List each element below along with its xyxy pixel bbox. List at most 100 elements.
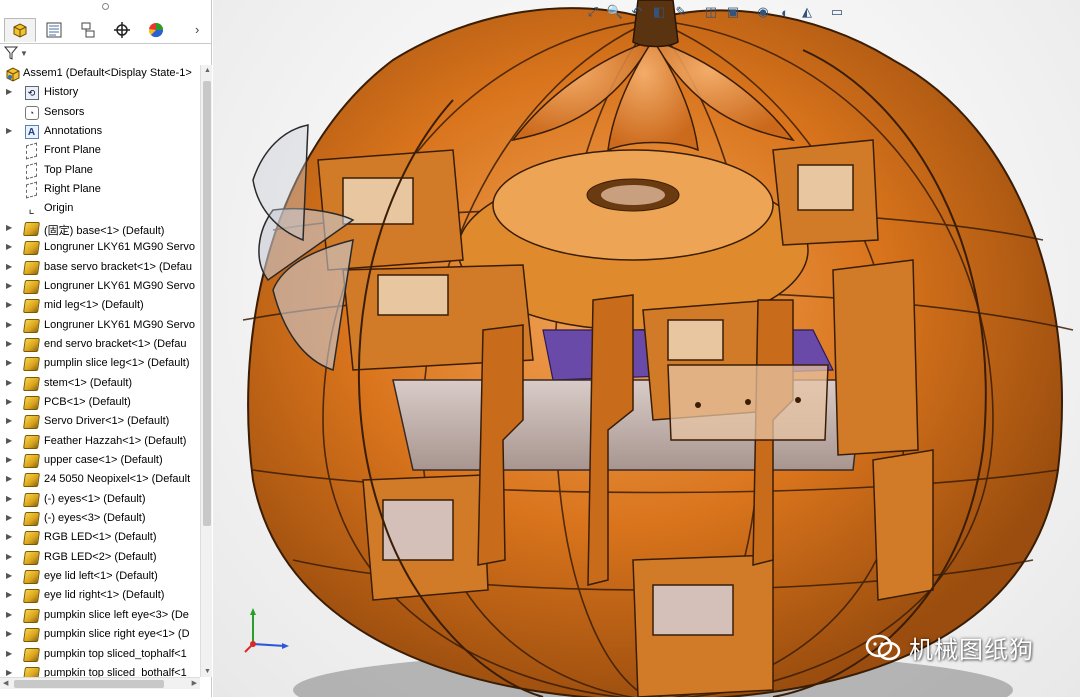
tree-item[interactable]: ▶ (-) eyes<3> (Default)	[0, 510, 200, 529]
expand-arrow-icon[interactable]: ▶	[6, 590, 12, 599]
tree-item[interactable]: ▶ PCB<1> (Default)	[0, 394, 200, 413]
tab-property-manager[interactable]	[38, 18, 70, 42]
part-icon	[23, 472, 40, 488]
expand-arrow-icon[interactable]: ▶	[6, 320, 12, 329]
filter-dropdown-icon[interactable]: ▼	[20, 49, 28, 58]
tab-scroll-right-icon[interactable]: ›	[195, 22, 199, 37]
view-settings-icon[interactable]: ▭	[827, 2, 847, 22]
hscroll-thumb[interactable]	[14, 680, 164, 688]
tree-item[interactable]: ▶ pumpkin top sliced_bothalf<1	[0, 665, 200, 677]
tree-item[interactable]: ▶ pumplin slice leg<1> (Default)	[0, 355, 200, 374]
expand-arrow-icon[interactable]: ▶	[6, 571, 12, 580]
expand-arrow-icon[interactable]: ▶	[6, 513, 12, 522]
tree-item[interactable]: ▶ Longruner LKY61 MG90 Servo	[0, 278, 200, 297]
scroll-left-icon[interactable]: ◀	[3, 679, 8, 687]
tab-dimxpert-manager[interactable]	[106, 18, 138, 42]
tree-item-label: 24 5050 Neopixel<1> (Default	[44, 473, 191, 485]
expand-arrow-icon[interactable]: ▶	[6, 87, 12, 96]
part-icon	[23, 647, 40, 663]
tree-item[interactable]: ▶ pumpkin slice left eye<3> (De	[0, 607, 200, 626]
part-icon	[23, 627, 40, 643]
expand-arrow-icon[interactable]: ▶	[6, 378, 12, 387]
tree-item[interactable]: ▶ RGB LED<2> (Default)	[0, 549, 200, 568]
tree-item[interactable]: ▶ eye lid right<1> (Default)	[0, 587, 200, 606]
tree-item[interactable]: ▶ 24 5050 Neopixel<1> (Default	[0, 471, 200, 490]
expand-arrow-icon[interactable]: ▶	[6, 649, 12, 658]
expand-arrow-icon[interactable]: ▶	[6, 629, 12, 638]
tree-item[interactable]: ▶ Feather Hazzah<1> (Default)	[0, 433, 200, 452]
tab-configuration-manager[interactable]	[72, 18, 104, 42]
expand-arrow-icon[interactable]: ▶	[6, 436, 12, 445]
tree-vertical-scrollbar[interactable]: ▲ ▼	[200, 65, 212, 677]
tree-item[interactable]: ▶ RGB LED<1> (Default)	[0, 529, 200, 548]
tree-item[interactable]: Front Plane	[0, 142, 200, 161]
tree-item[interactable]: Top Plane	[0, 162, 200, 181]
tree-item[interactable]: ▶ end servo bracket<1> (Defau	[0, 336, 200, 355]
tree-horizontal-scrollbar[interactable]: ◀ ▶	[0, 677, 200, 689]
tree-item[interactable]: ▶ ⟲ History	[0, 84, 200, 103]
tree-item[interactable]: ▶ Longruner LKY61 MG90 Servo	[0, 317, 200, 336]
tree-item[interactable]: ▶ stem<1> (Default)	[0, 375, 200, 394]
expand-arrow-icon[interactable]: ▶	[6, 223, 12, 232]
expand-arrow-icon[interactable]: ▶	[6, 494, 12, 503]
apply-scene-icon[interactable]: ◭	[797, 2, 817, 22]
expand-arrow-icon[interactable]: ▶	[6, 281, 12, 290]
property-manager-icon	[46, 22, 62, 38]
filter-icon[interactable]	[3, 46, 19, 64]
hide-show-icon[interactable]: ◉	[753, 2, 773, 22]
expand-arrow-icon[interactable]: ▶	[6, 416, 12, 425]
part-icon	[23, 666, 40, 677]
zoom-area-icon[interactable]: 🔍	[605, 2, 625, 22]
tree-item[interactable]: ▶ (固定) base<1> (Default)	[0, 220, 200, 239]
tree-item[interactable]: ▶ Servo Driver<1> (Default)	[0, 413, 200, 432]
dynamic-annotation-icon[interactable]: ✎	[671, 2, 691, 22]
part-icon	[23, 434, 40, 450]
expand-arrow-icon[interactable]: ▶	[6, 397, 12, 406]
scroll-down-icon[interactable]: ▼	[204, 668, 211, 675]
tree-item[interactable]: ▶ upper case<1> (Default)	[0, 452, 200, 471]
pumpkin-assembly-model[interactable]	[213, 0, 1080, 697]
tree-root-assembly[interactable]: Assem1 (Default<Display State-1>	[0, 65, 200, 84]
tree-item[interactable]: ▶ pumpkin top sliced_tophalf<1	[0, 646, 200, 665]
scroll-thumb[interactable]	[203, 81, 211, 526]
view-orientation-icon[interactable]: ◫	[701, 2, 721, 22]
tree-item[interactable]: ◔ Sensors	[0, 104, 200, 123]
expand-arrow-icon[interactable]: ▶	[6, 242, 12, 251]
expand-arrow-icon[interactable]: ▶	[6, 339, 12, 348]
expand-arrow-icon[interactable]: ▶	[6, 262, 12, 271]
tree-item[interactable]: ▶ eye lid left<1> (Default)	[0, 568, 200, 587]
tree-item[interactable]: ▶ Longruner LKY61 MG90 Servo	[0, 239, 200, 258]
expand-arrow-icon[interactable]: ▶	[6, 552, 12, 561]
tree-item[interactable]: ▶ (-) eyes<1> (Default)	[0, 491, 200, 510]
part-icon	[23, 240, 40, 256]
tab-feature-manager[interactable]	[4, 18, 36, 42]
part-icon	[23, 298, 40, 314]
tree-item[interactable]: Right Plane	[0, 181, 200, 200]
edit-appearance-icon[interactable]: ◐	[775, 2, 795, 22]
tree-item[interactable]: ▶ base servo bracket<1> (Defau	[0, 259, 200, 278]
scroll-up-icon[interactable]: ▲	[204, 67, 211, 74]
tree-item[interactable]: ⌞ Origin	[0, 200, 200, 219]
coordinate-triad	[244, 608, 289, 653]
display-style-icon[interactable]: ▣	[723, 2, 743, 22]
expand-arrow-icon[interactable]: ▶	[6, 455, 12, 464]
expand-arrow-icon[interactable]: ▶	[6, 474, 12, 483]
expand-arrow-icon[interactable]: ▶	[6, 300, 12, 309]
section-view-icon[interactable]: ◧	[649, 2, 669, 22]
expand-arrow-icon[interactable]: ▶	[6, 610, 12, 619]
tree-item-label: base servo bracket<1> (Defau	[44, 261, 192, 273]
expand-arrow-icon[interactable]: ▶	[6, 668, 12, 677]
tree-item[interactable]: ▶ A Annotations	[0, 123, 200, 142]
expand-arrow-icon[interactable]: ▶	[6, 532, 12, 541]
tree-item[interactable]: ▶ mid leg<1> (Default)	[0, 297, 200, 316]
part-icon	[23, 608, 40, 624]
scroll-right-icon[interactable]: ▶	[192, 679, 197, 687]
panel-grip[interactable]	[0, 0, 212, 14]
expand-arrow-icon[interactable]: ▶	[6, 126, 12, 135]
tree-item[interactable]: ▶ pumpkin slice right eye<1> (D	[0, 626, 200, 645]
previous-view-icon[interactable]: ↶	[627, 2, 647, 22]
tab-display-manager[interactable]	[140, 18, 172, 42]
zoom-to-fit-icon[interactable]: ⤢	[583, 2, 603, 22]
expand-arrow-icon[interactable]: ▶	[6, 358, 12, 367]
graphics-viewport[interactable]: ⤢ 🔍 ↶ ◧ ✎ ◫ ▣ ◉ ◐ ◭ ▭ 机械图纸狗	[213, 0, 1080, 697]
